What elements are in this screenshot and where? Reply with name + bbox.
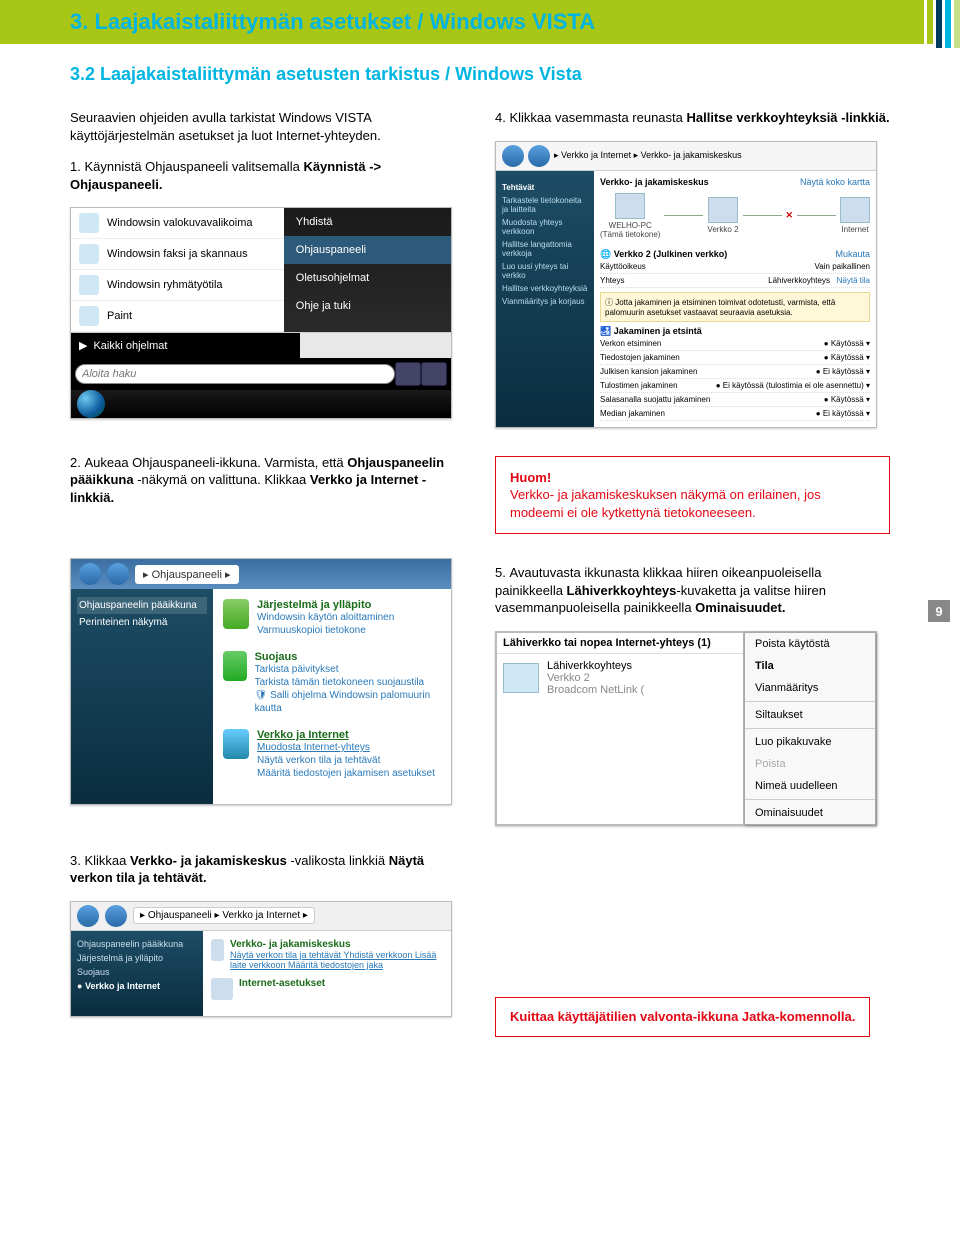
category-network-internet[interactable]: Verkko ja Internet xyxy=(257,729,435,741)
sidebar-item-home[interactable]: Ohjauspaneelin pääikkuna xyxy=(77,597,207,614)
security-shield-icon xyxy=(223,651,247,681)
task-link[interactable]: Muodosta yhteys verkkoon xyxy=(500,216,590,238)
note-box: Huom! Verkko- ja jakamiskeskuksen näkymä… xyxy=(495,456,890,535)
step-4: 4. Klikkaa vasemmasta reunasta Hallitse … xyxy=(495,109,890,127)
page-header: 3. Laajakaistaliittymän asetukset / Wind… xyxy=(0,0,960,44)
step-1: 1. Käynnistä Ohjauspaneeli valitsemalla … xyxy=(70,158,465,193)
all-programs-button[interactable]: ▶Kaikki ohjelmat xyxy=(71,333,300,358)
task-link[interactable]: Hallitse langattomia verkkoja xyxy=(500,238,590,260)
power-button[interactable] xyxy=(395,362,421,386)
screenshot-start-menu: Windowsin valokuvavalikoima Windowsin fa… xyxy=(70,207,452,419)
globe-icon xyxy=(840,197,870,223)
screenshot-control-panel: ▸ Ohjauspaneeli ▸ Ohjauspaneelin pääikku… xyxy=(70,558,452,805)
lock-button[interactable] xyxy=(421,362,447,386)
forward-button[interactable] xyxy=(105,905,127,927)
internet-options-icon xyxy=(211,978,233,1000)
menu-item-disable[interactable]: Poista käytöstä xyxy=(745,633,875,655)
app-icon xyxy=(79,244,99,264)
menu-item-status[interactable]: Tila xyxy=(745,655,875,677)
menu-item-shortcut[interactable]: Luo pikakuvake xyxy=(745,731,875,753)
menu-item-properties[interactable]: Ominaisuudet xyxy=(745,802,875,824)
category-security[interactable]: Suojaus xyxy=(255,651,441,663)
screenshot-network-sharing: ▸ Verkko ja Internet ▸ Verkko- ja jakami… xyxy=(495,141,877,428)
start-item[interactable]: Windowsin valokuvavalikoima xyxy=(71,208,284,239)
page-number: 9 xyxy=(928,600,950,622)
disconnected-icon: ✕ xyxy=(786,210,794,221)
step-5: 5. Avautuvasta ikkunasta klikkaa hiiren … xyxy=(495,564,890,617)
network-diagram: WELHO-PC(Tämä tietokone) Verkko 2 ✕ Inte… xyxy=(600,193,870,239)
section-subtitle: 3.2 Laajakaistaliittymän asetusten tarki… xyxy=(70,64,890,85)
start-orb-icon[interactable] xyxy=(77,390,105,418)
screenshot-network-internet: ▸ Ohjauspaneeli ▸ Verkko ja Internet ▸ O… xyxy=(70,901,452,1017)
step-3: 3. Klikkaa Verkko- ja jakamiskeskus -val… xyxy=(70,852,465,887)
back-button[interactable] xyxy=(79,563,101,585)
system-shield-icon xyxy=(223,599,249,629)
menu-item-defaults[interactable]: Oletusohjelmat xyxy=(284,264,451,292)
start-item[interactable]: Windowsin ryhmätyötila xyxy=(71,270,284,301)
menu-item-connect[interactable]: Yhdistä xyxy=(284,208,451,236)
task-link[interactable]: Hallitse verkkoyhteyksiä xyxy=(500,282,590,295)
tasks-sidebar: Tehtävät Tarkastele tietokoneita ja lait… xyxy=(496,171,594,427)
forward-button[interactable] xyxy=(107,563,129,585)
intro-text: Seuraavien ohjeiden avulla tarkistat Win… xyxy=(70,109,465,144)
menu-item-control-panel[interactable]: Ohjauspaneeli xyxy=(284,236,451,264)
forward-button[interactable] xyxy=(528,145,550,167)
app-icon xyxy=(79,275,99,295)
back-button[interactable] xyxy=(77,905,99,927)
start-search-input[interactable] xyxy=(75,364,395,384)
sidebar-item[interactable]: Järjestelmä ja ylläpito xyxy=(77,951,197,965)
network-center-icon xyxy=(211,939,224,961)
category-system[interactable]: Järjestelmä ja ylläpito xyxy=(257,599,394,611)
start-item[interactable]: Windowsin faksi ja skannaus xyxy=(71,239,284,270)
customize-link[interactable]: Mukauta xyxy=(835,249,870,260)
screenshot-lan-context: Lähiverkko tai nopea Internet-yhteys (1)… xyxy=(495,631,877,826)
sidebar-item-network[interactable]: ● Verkko ja Internet xyxy=(77,979,197,993)
view-map-link[interactable]: Näytä koko kartta xyxy=(800,177,870,187)
start-item[interactable]: Paint xyxy=(71,301,284,332)
network-globe-icon xyxy=(223,729,249,759)
view-status-link[interactable]: Näytä tila xyxy=(837,276,870,285)
breadcrumb[interactable]: ▸ Ohjauspaneeli ▸ Verkko ja Internet ▸ xyxy=(133,907,315,924)
app-icon xyxy=(79,306,99,326)
task-link[interactable]: Vianmääritys ja korjaus xyxy=(500,295,590,308)
task-link[interactable]: Luo uusi yhteys tai verkko xyxy=(500,260,590,282)
menu-item-help[interactable]: Ohje ja tuki xyxy=(284,292,451,320)
sidebar-item[interactable]: Ohjauspaneelin pääikkuna xyxy=(77,937,197,951)
note-box-2: Kuittaa käyttäjätilien valvonta-ikkuna J… xyxy=(495,997,870,1037)
pc-icon xyxy=(615,193,645,219)
back-button[interactable] xyxy=(502,145,524,167)
task-link[interactable]: Tarkastele tietokoneita ja laitteita xyxy=(500,194,590,216)
page-title: 3. Laajakaistaliittymän asetukset / Wind… xyxy=(0,0,924,44)
info-bar: ⓘ Jotta jakaminen ja etsiminen toimivat … xyxy=(600,292,870,322)
link-network-sharing-center[interactable]: Verkko- ja jakamiskeskus xyxy=(230,939,443,950)
step-2: 2. Aukeaa Ohjauspaneeli-ikkuna. Varmista… xyxy=(70,454,465,507)
sidebar-item-classic[interactable]: Perinteinen näkymä xyxy=(77,614,207,631)
menu-item-bridge[interactable]: Siltaukset xyxy=(745,704,875,726)
context-menu: Poista käytöstä Tila Vianmääritys Siltau… xyxy=(744,632,876,825)
menu-item-delete: Poista xyxy=(745,753,875,775)
network-icon xyxy=(708,197,738,223)
menu-item-rename[interactable]: Nimeä uudelleen xyxy=(745,775,875,797)
lan-adapter-icon[interactable] xyxy=(503,663,539,693)
breadcrumb[interactable]: ▸ Ohjauspaneeli ▸ xyxy=(135,565,239,584)
link-internet-options[interactable]: Internet-asetukset xyxy=(239,978,325,989)
sidebar-item[interactable]: Suojaus xyxy=(77,965,197,979)
menu-item-diagnose[interactable]: Vianmääritys xyxy=(745,677,875,699)
app-icon xyxy=(79,213,99,233)
taskbar xyxy=(71,390,451,418)
